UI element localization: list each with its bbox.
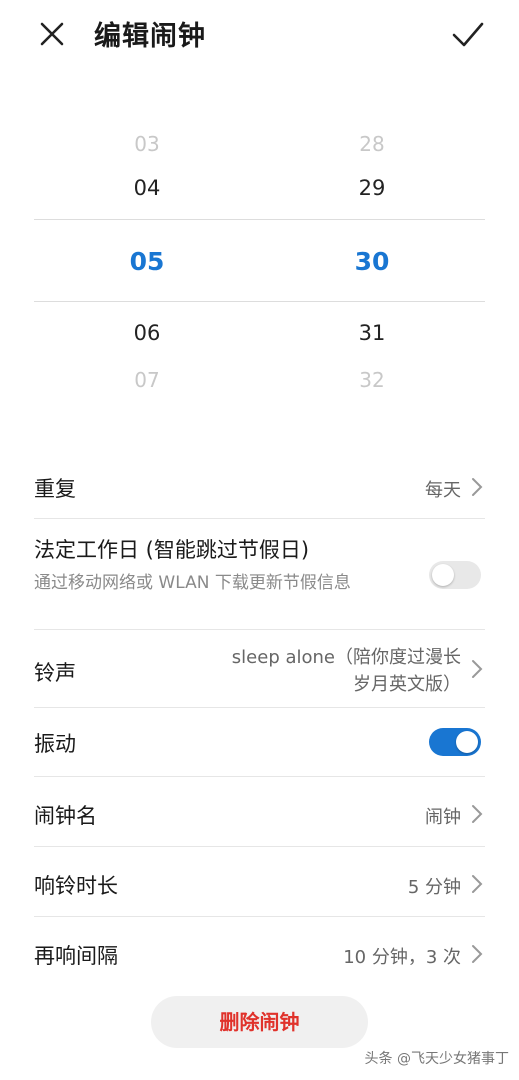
- chevron-right-icon: [472, 945, 483, 963]
- ring-duration-value: 5 分钟: [407, 877, 461, 898]
- ring-duration-label: 响铃时长: [34, 874, 118, 898]
- ring-duration-row[interactable]: 响铃时长 5 分钟: [34, 864, 485, 904]
- divider: [34, 629, 485, 630]
- selection-top-line: [34, 219, 485, 220]
- snooze-value: 10 分钟，3 次: [343, 947, 461, 968]
- alarm-name-label: 闹钟名: [34, 804, 97, 828]
- ringtone-row[interactable]: 铃声 sleep alone（陪你度过漫长 岁月英文版）: [34, 640, 485, 702]
- workday-description: 通过移动网络或 WLAN 下载更新节假信息: [34, 573, 351, 593]
- chevron-right-icon: [472, 875, 483, 893]
- divider: [34, 846, 485, 847]
- selection-bottom-line: [34, 301, 485, 302]
- vibrate-toggle[interactable]: [429, 728, 481, 756]
- ringtone-value-line1: sleep alone（陪你度过漫长: [231, 647, 461, 668]
- workday-row[interactable]: 法定工作日 (智能跳过节假日) 通过移动网络或 WLAN 下载更新节假信息: [34, 532, 485, 628]
- hour-above[interactable]: 04: [117, 176, 177, 200]
- checkmark-icon[interactable]: [451, 18, 485, 50]
- snooze-label: 再响间隔: [34, 944, 118, 968]
- snooze-row[interactable]: 再响间隔 10 分钟，3 次: [34, 934, 485, 974]
- divider: [34, 776, 485, 777]
- workday-toggle[interactable]: [429, 561, 481, 589]
- divider: [34, 707, 485, 708]
- minute-far-below[interactable]: 32: [342, 368, 402, 392]
- time-picker[interactable]: 03 04 05 06 07 28 29 30 31 32: [0, 120, 519, 400]
- vibrate-label: 振动: [34, 732, 76, 756]
- chevron-right-icon: [472, 478, 483, 496]
- toggle-knob: [432, 564, 454, 586]
- minute-far-above[interactable]: 28: [342, 132, 402, 156]
- vibrate-row[interactable]: 振动: [34, 722, 485, 764]
- alarm-name-value: 闹钟: [425, 807, 461, 828]
- hour-far-below[interactable]: 07: [117, 368, 177, 392]
- watermark: 头条 @飞天少女猪事丁: [364, 1051, 509, 1067]
- hour-selected[interactable]: 05: [117, 247, 177, 276]
- workday-label: 法定工作日 (智能跳过节假日): [34, 538, 310, 562]
- repeat-label: 重复: [34, 477, 76, 501]
- minute-below[interactable]: 31: [342, 321, 402, 345]
- chevron-right-icon: [472, 805, 483, 823]
- ringtone-label: 铃声: [34, 661, 76, 685]
- hour-below[interactable]: 06: [117, 321, 177, 345]
- ringtone-value-line2: 岁月英文版）: [353, 674, 461, 695]
- hour-far-above[interactable]: 03: [117, 132, 177, 156]
- close-icon[interactable]: [36, 18, 68, 50]
- divider: [34, 916, 485, 917]
- delete-alarm-button[interactable]: 删除闹钟: [151, 996, 368, 1048]
- divider: [34, 518, 485, 519]
- repeat-value: 每天: [425, 480, 461, 501]
- toggle-knob: [456, 731, 478, 753]
- repeat-row[interactable]: 重复 每天: [34, 468, 485, 504]
- alarm-name-row[interactable]: 闹钟名 闹钟: [34, 794, 485, 834]
- chevron-right-icon: [472, 660, 483, 678]
- minute-selected[interactable]: 30: [342, 247, 402, 276]
- page-title: 编辑闹钟: [94, 21, 206, 52]
- app-header: 编辑闹钟: [0, 0, 519, 70]
- minute-above[interactable]: 29: [342, 176, 402, 200]
